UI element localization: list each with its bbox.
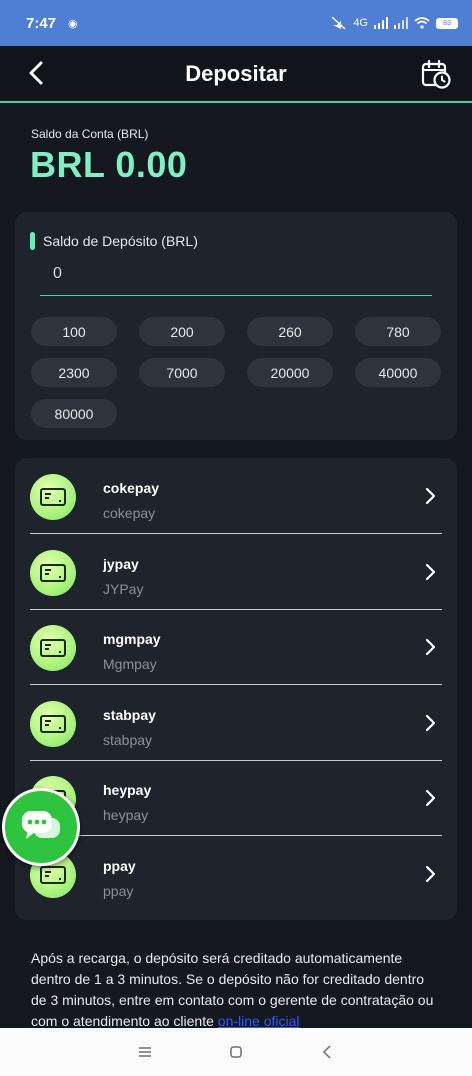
chevron-right-icon (425, 714, 436, 732)
signal-icon (374, 17, 388, 29)
payment-methods-list: cokepay cokepay jypay JYPay mgmpay Mgmpa… (15, 458, 457, 920)
chat-bubble-icon (22, 811, 60, 839)
payment-method-subtitle: heypay (103, 807, 149, 823)
payment-method-item[interactable]: cokepay cokepay (30, 459, 442, 534)
signal-icon-2 (394, 17, 408, 29)
payment-method-item[interactable]: mgmpay Mgmpay (30, 610, 442, 685)
account-balance-value: BRL 0.00 (30, 144, 188, 185)
notification-icon: ◉ (68, 17, 78, 30)
wifi-icon (414, 17, 430, 29)
preset-amount-chip[interactable]: 780 (355, 317, 441, 346)
chevron-right-icon (425, 487, 436, 505)
chevron-right-icon (425, 865, 436, 883)
payment-method-subtitle: JYPay (103, 581, 144, 597)
menu-nav-button[interactable] (130, 1040, 160, 1064)
preset-amount-chip[interactable]: 100 (31, 317, 117, 346)
preset-amount-chip[interactable]: 80000 (31, 399, 117, 428)
preset-amount-chip[interactable]: 20000 (247, 358, 333, 387)
deposit-amount-input[interactable]: 0 (40, 262, 432, 296)
calendar-clock-icon[interactable] (420, 58, 452, 90)
payment-method-name: stabpay (103, 707, 156, 723)
credit-card-icon (30, 625, 76, 671)
battery-icon: 83 (436, 17, 458, 29)
account-balance-label: Saldo da Conta (BRL) (31, 127, 149, 141)
network-type: 4G (353, 17, 368, 29)
preset-amount-chip[interactable]: 260 (247, 317, 333, 346)
deposit-notice: Após a recarga, o depósito será creditad… (31, 948, 441, 1032)
payment-method-item[interactable]: heypay heypay (30, 761, 442, 836)
preset-amount-chip[interactable]: 40000 (355, 358, 441, 387)
online-support-link[interactable]: on-line oficial (218, 1013, 300, 1029)
chat-support-button[interactable] (2, 788, 80, 866)
chevron-right-icon (425, 789, 436, 807)
deposit-amount-card: Saldo de Depósito (BRL) 0 100 200 260 78… (15, 212, 457, 440)
status-icons: 4G 83 (331, 16, 458, 30)
back-nav-button[interactable] (312, 1040, 342, 1064)
preset-amount-chip[interactable]: 200 (139, 317, 225, 346)
chevron-right-icon (425, 638, 436, 656)
status-time: 7:47 (26, 14, 57, 32)
credit-card-icon (30, 701, 76, 747)
payment-method-subtitle: stabpay (103, 732, 153, 748)
payment-method-subtitle: Mgmpay (103, 656, 157, 672)
page-title: Depositar (185, 60, 287, 86)
payment-method-item[interactable]: ppay ppay (30, 837, 442, 912)
preset-amount-chip[interactable]: 7000 (139, 358, 225, 387)
home-square-icon (230, 1046, 242, 1058)
payment-method-item[interactable]: jypay JYPay (30, 535, 442, 610)
back-button[interactable] (22, 58, 52, 88)
payment-method-name: jypay (103, 556, 139, 572)
credit-card-icon (30, 474, 76, 520)
payment-method-item[interactable]: stabpay stabpay (30, 686, 442, 761)
chevron-right-icon (425, 563, 436, 581)
mute-icon (331, 16, 346, 30)
payment-method-subtitle: cokepay (103, 505, 156, 521)
payment-method-name: cokepay (103, 480, 160, 496)
deposit-amount-label: Saldo de Depósito (BRL) (30, 232, 198, 250)
back-triangle-icon (322, 1045, 331, 1059)
deposit-amount-label-text: Saldo de Depósito (BRL) (43, 233, 198, 249)
credit-card-icon (30, 550, 76, 596)
preset-amounts: 100 200 260 780 2300 7000 20000 40000 80… (31, 317, 443, 428)
payment-method-name: mgmpay (103, 631, 161, 647)
system-nav-bar (0, 1028, 472, 1076)
preset-amount-chip[interactable]: 2300 (31, 358, 117, 387)
payment-method-name: heypay (103, 782, 152, 798)
payment-method-name: ppay (103, 858, 136, 874)
home-nav-button[interactable] (221, 1040, 251, 1064)
menu-icon (139, 1047, 152, 1057)
status-bar: 7:47 ◉ 4G 83 (0, 0, 472, 46)
app-header: Depositar (0, 46, 472, 103)
accent-bar (30, 232, 35, 250)
payment-method-subtitle: ppay (103, 883, 134, 899)
